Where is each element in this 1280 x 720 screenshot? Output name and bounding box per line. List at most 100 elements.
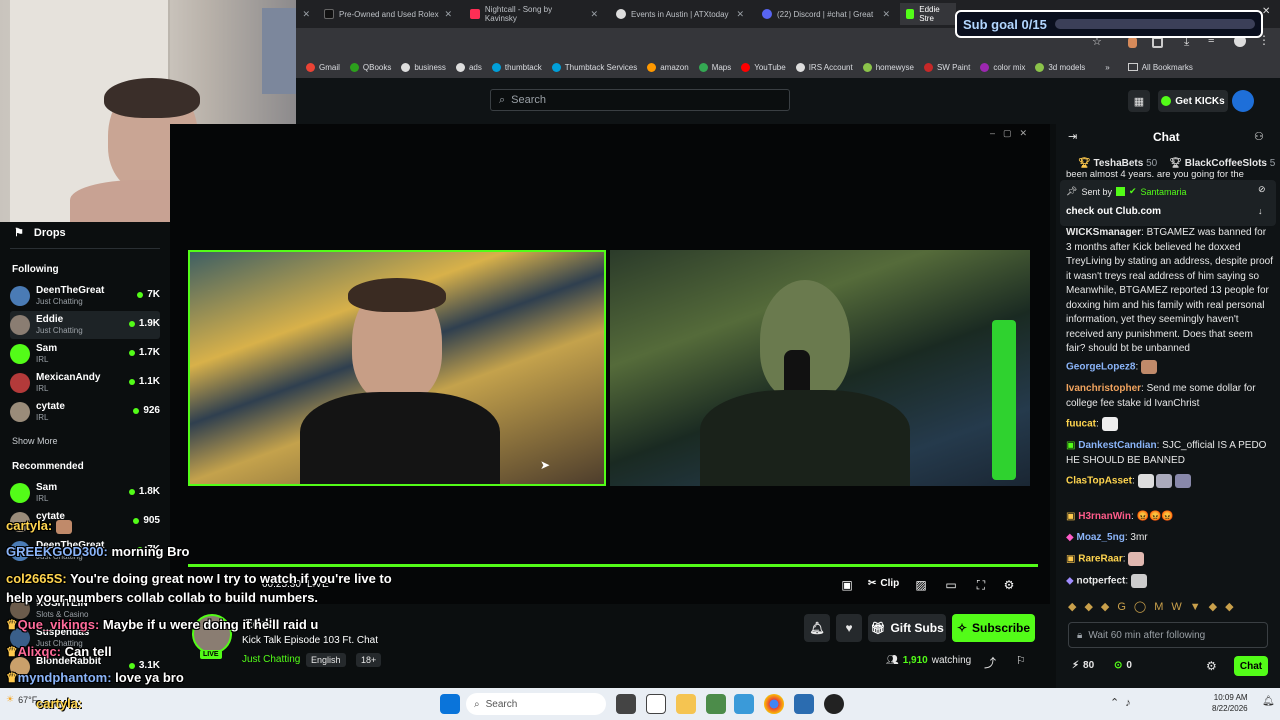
category-link[interactable]: Just Chatting xyxy=(242,654,300,665)
pinned-message: 📌︎ Sent by ✔ Santamaria check out Club.com … xyxy=(1060,180,1276,226)
get-kicks-button[interactable]: Get KICKs xyxy=(1158,90,1228,112)
bookmark-thumbtack[interactable]: thumbtack xyxy=(491,62,542,72)
extension-icon[interactable] xyxy=(1128,37,1137,48)
notifications-button[interactable]: 🔔︎ xyxy=(804,614,830,642)
search-input[interactable]: ⌕ Search xyxy=(490,89,790,111)
clip-button[interactable]: ✂ Clip xyxy=(868,578,899,589)
progress-bar[interactable] xyxy=(188,564,1038,567)
browser-tab-1[interactable]: Pre-Owned and Used Rolex ✕ xyxy=(318,3,458,25)
close-icon[interactable]: ✕ xyxy=(882,9,890,20)
kick-favicon-icon xyxy=(906,9,915,19)
chat-settings-gear-icon[interactable]: ⚙ xyxy=(1206,659,1217,673)
emote-icon xyxy=(1137,474,1154,488)
browser-tab-3[interactable]: Events in Austin | ATXtoday ✕ xyxy=(610,3,750,25)
browser-tab-4[interactable]: (22) Discord | #chat | Great ✕ xyxy=(756,3,896,25)
chat-username[interactable]: GeorgeLopez8 xyxy=(1066,362,1135,373)
obs-icon[interactable] xyxy=(824,694,844,714)
weather-widget[interactable]: ☀ 67°F xyxy=(6,694,37,705)
amazon-icon xyxy=(647,62,657,72)
bookmark-sw-paint[interactable]: SW Paint xyxy=(923,62,970,72)
miniplayer-icon[interactable]: ▣ xyxy=(838,576,856,594)
app-icon[interactable] xyxy=(734,694,754,714)
drops-item[interactable]: ⚑ Drops xyxy=(14,226,66,240)
user-avatar[interactable] xyxy=(1232,90,1254,112)
share-icon[interactable]: ⤴ xyxy=(984,654,996,671)
chat-username[interactable]: Moaz_5ng xyxy=(1076,532,1124,543)
bookmark-color-mix[interactable]: color mix xyxy=(980,62,1025,72)
windows-start-icon[interactable] xyxy=(440,694,460,714)
collapse-chat-icon[interactable]: ⇥ xyxy=(1068,130,1077,143)
tag-english[interactable]: English xyxy=(306,653,346,667)
chat-users-icon[interactable]: ⚇ xyxy=(1254,130,1264,143)
app-icon[interactable] xyxy=(794,694,814,714)
badge-icon: ▣ xyxy=(1066,511,1076,522)
tag-18plus[interactable]: 18+ xyxy=(356,653,382,667)
chat-input[interactable]: 🔒︎ Wait 60 min after following xyxy=(1068,622,1268,648)
bookmarks-overflow-icon[interactable]: » xyxy=(1105,63,1109,72)
chat-username[interactable]: notperfect xyxy=(1076,576,1125,587)
pinned-user[interactable]: Santamaria xyxy=(1141,187,1187,197)
tab-close-prev[interactable]: ✕ xyxy=(296,3,316,25)
sidebar-item-rec-sam[interactable]: Sam IRL 1.8K xyxy=(10,479,160,507)
system-tray[interactable]: ⌃♪ xyxy=(1110,696,1137,709)
close-icon[interactable]: ✕ xyxy=(444,9,452,20)
file-explorer-icon[interactable] xyxy=(676,694,696,714)
close-window-icon[interactable]: ✕ xyxy=(1262,6,1270,17)
video-player[interactable]: –▢✕ ➤ 00:25:30 LIVE ▣ ✂ Clip ▨ ▭ ⛶ ⚙ xyxy=(170,124,1050,604)
bookmark-homewyse[interactable]: homewyse xyxy=(862,62,914,72)
chat-username[interactable]: DankestCandian xyxy=(1078,440,1156,451)
chat-send-button[interactable]: Chat xyxy=(1234,656,1268,676)
hide-pin-icon[interactable]: ⊘ xyxy=(1258,184,1266,195)
theater-mode-icon[interactable]: ▭ xyxy=(942,576,960,594)
sidebar-item-eddie[interactable]: Eddie Just Chatting 1.9K xyxy=(10,311,160,339)
fullscreen-icon[interactable]: ⛶ xyxy=(972,576,990,594)
sidebar-item-sam[interactable]: Sam IRL 1.7K xyxy=(10,340,160,368)
stats-icon[interactable]: ▨ xyxy=(912,576,930,594)
all-bookmarks[interactable]: All Bookmarks xyxy=(1127,63,1193,72)
browser-tab-active[interactable]: Eddie Stre xyxy=(900,3,956,25)
close-icon[interactable]: ✕ xyxy=(302,9,310,20)
sidebar-item-deenthegreat[interactable]: DeenTheGreat Just Chatting 7K xyxy=(10,282,160,310)
expand-pin-icon[interactable]: ↓ xyxy=(1258,206,1263,216)
clock[interactable]: 10:09 AM 8/22/2026 xyxy=(1212,692,1248,714)
bookmark-youtube[interactable]: YouTube xyxy=(741,62,786,72)
subscribe-label: Subscribe xyxy=(972,621,1031,635)
bookmark-label: Maps xyxy=(711,62,732,72)
bookmark-thumbtack-services[interactable]: Thumbtack Services xyxy=(551,62,637,72)
chat-username[interactable]: RareRaar xyxy=(1078,554,1122,565)
report-icon[interactable]: ⚐ xyxy=(1016,654,1026,667)
bookmark-amazon[interactable]: amazon xyxy=(647,62,689,72)
points-counter[interactable]: ⚡︎ 80 xyxy=(1072,660,1094,671)
chat-username[interactable]: ClasTopAsset xyxy=(1066,476,1132,487)
bookmark-gmail[interactable]: Gmail xyxy=(306,62,340,72)
subscribe-button[interactable]: ✧ Subscribe xyxy=(952,614,1035,642)
app-icon[interactable] xyxy=(706,694,726,714)
chrome-icon[interactable] xyxy=(764,694,784,714)
gift-subs-button[interactable]: 🎁︎ Gift Subs xyxy=(868,614,946,642)
bookmark-maps[interactable]: Maps xyxy=(698,62,732,72)
close-icon[interactable]: ✕ xyxy=(736,9,744,20)
settings-gear-icon[interactable]: ⚙ xyxy=(1000,576,1018,594)
browser-tab-2[interactable]: Nightcall - Song by Kavinsky ✕ xyxy=(464,3,604,25)
bookmark-business[interactable]: business xyxy=(401,62,446,72)
puzzle-icon[interactable] xyxy=(1152,37,1163,48)
bookmark-irs[interactable]: IRS Account xyxy=(795,62,853,72)
task-view-icon[interactable] xyxy=(616,694,636,714)
bookmark-3d-models[interactable]: 3d models xyxy=(1035,62,1085,72)
notepad-icon[interactable] xyxy=(646,694,666,714)
chat-username[interactable]: Ivanchristopher xyxy=(1066,383,1141,394)
chat-username[interactable]: WICKSmanager xyxy=(1066,227,1141,238)
show-more-link[interactable]: Show More xyxy=(12,436,58,446)
chat-username[interactable]: fuucat xyxy=(1066,419,1096,430)
taskbar-search[interactable]: ⌕ Search xyxy=(466,693,606,715)
notification-bell-icon[interactable]: 🔔︎ xyxy=(1262,696,1275,707)
bookmark-qbooks[interactable]: QBooks xyxy=(349,62,391,72)
sidebar-item-cytate[interactable]: cytate IRL 926 xyxy=(10,398,160,426)
sidebar-item-mexicanandy[interactable]: MexicanAndy IRL 1.1K xyxy=(10,369,160,397)
close-icon[interactable]: ✕ xyxy=(590,9,598,20)
dashboard-icon[interactable]: ▦ xyxy=(1128,90,1150,112)
chat-username[interactable]: H3rnanWin xyxy=(1078,511,1131,522)
bookmark-ads[interactable]: ads xyxy=(455,62,482,72)
follow-heart-button[interactable]: ♥ xyxy=(836,614,862,642)
kicks-counter[interactable]: ⊙ 0 xyxy=(1114,660,1132,671)
